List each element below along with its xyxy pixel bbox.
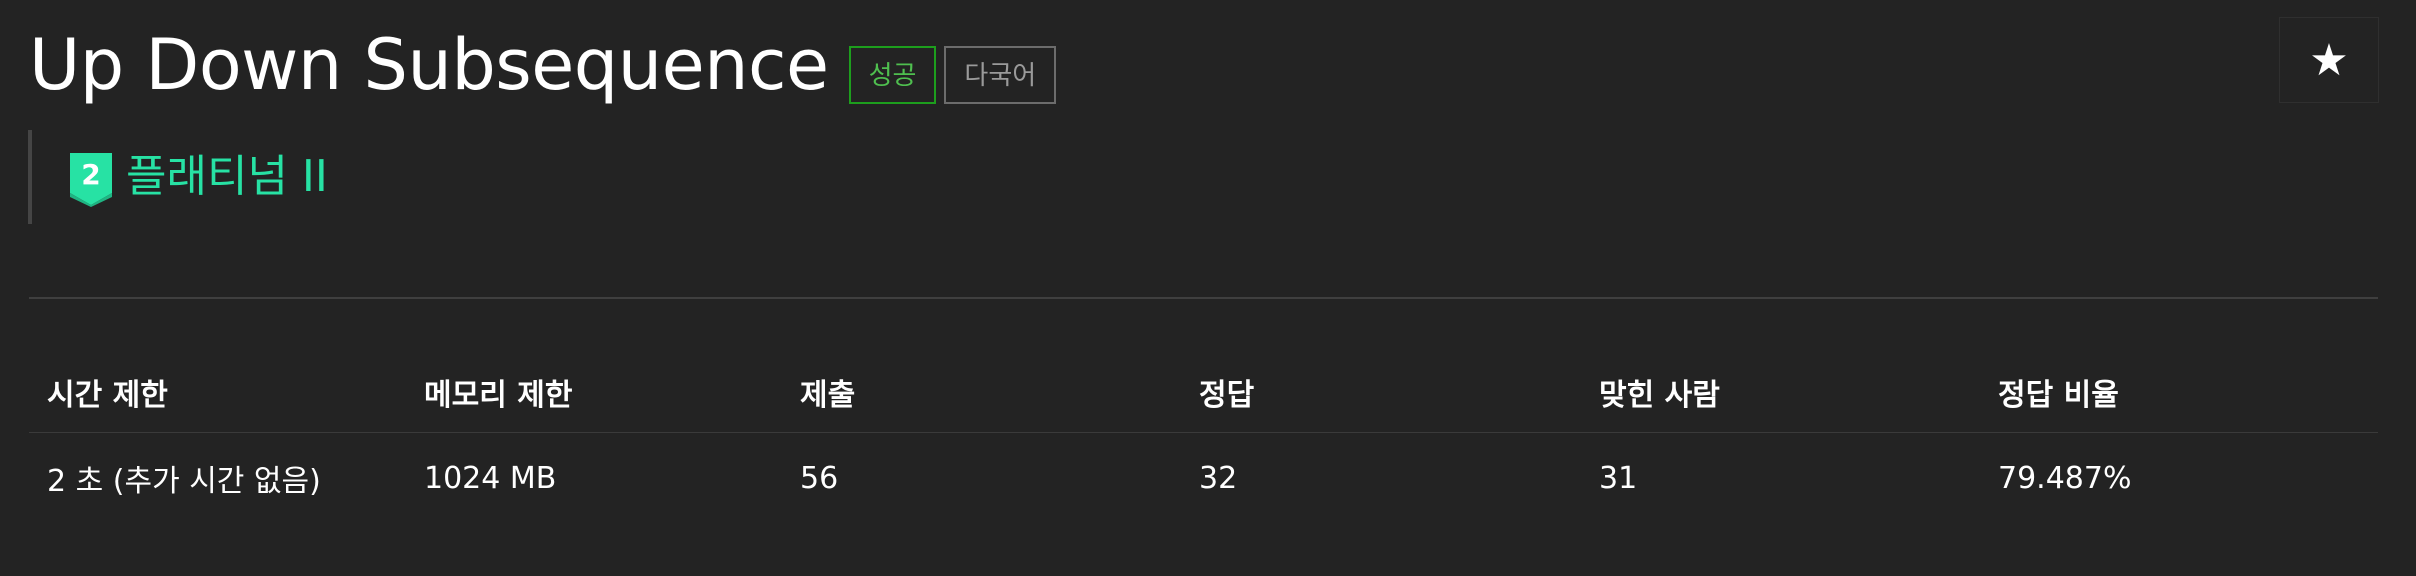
favorite-star-button[interactable]: ★ [2279, 17, 2379, 103]
platinum-tier-icon[interactable]: 2 [70, 153, 112, 207]
cell-accepted: 32 [1199, 460, 1238, 496]
problem-header: Up Down Subsequence 성공 다국어 [29, 20, 1057, 110]
cell-memory-limit: 1024 MB [424, 460, 557, 496]
multilang-badge[interactable]: 다국어 [944, 46, 1057, 104]
problem-title: Up Down Subsequence [29, 24, 829, 106]
cell-submissions: 56 [800, 460, 839, 496]
tier-number: 2 [81, 158, 100, 191]
header-accepted: 정답 [1181, 352, 1581, 433]
cell-accept-ratio: 79.487% [1998, 460, 2132, 496]
tier-shield-shape: 2 [70, 153, 112, 207]
problem-info-table: 시간 제한 메모리 제한 제출 정답 맞힌 사람 정답 비율 2 초 (추가 시… [29, 352, 2378, 523]
problem-page: Up Down Subsequence 성공 다국어 ★ 2 플래티넘 II 시… [0, 0, 2416, 576]
header-memory-limit: 메모리 제한 [406, 352, 782, 433]
header-submissions: 제출 [782, 352, 1181, 433]
table-row: 2 초 (추가 시간 없음) 1024 MB 56 32 31 79.487% [29, 433, 2378, 524]
star-icon: ★ [2309, 34, 2349, 86]
success-badge: 성공 [848, 46, 937, 104]
header-solved-users: 맞힌 사람 [1581, 352, 1980, 433]
cell-time-limit: 2 초 (추가 시간 없음) [47, 464, 321, 499]
table-header-row: 시간 제한 메모리 제한 제출 정답 맞힌 사람 정답 비율 [29, 352, 2378, 433]
section-divider [29, 297, 2378, 299]
tier-block: 2 플래티넘 II [28, 130, 628, 224]
cell-solved-users: 31 [1599, 460, 1638, 496]
header-time-limit: 시간 제한 [29, 352, 406, 433]
header-accept-ratio: 정답 비율 [1980, 352, 2378, 433]
tier-label[interactable]: 플래티넘 II [126, 155, 328, 199]
